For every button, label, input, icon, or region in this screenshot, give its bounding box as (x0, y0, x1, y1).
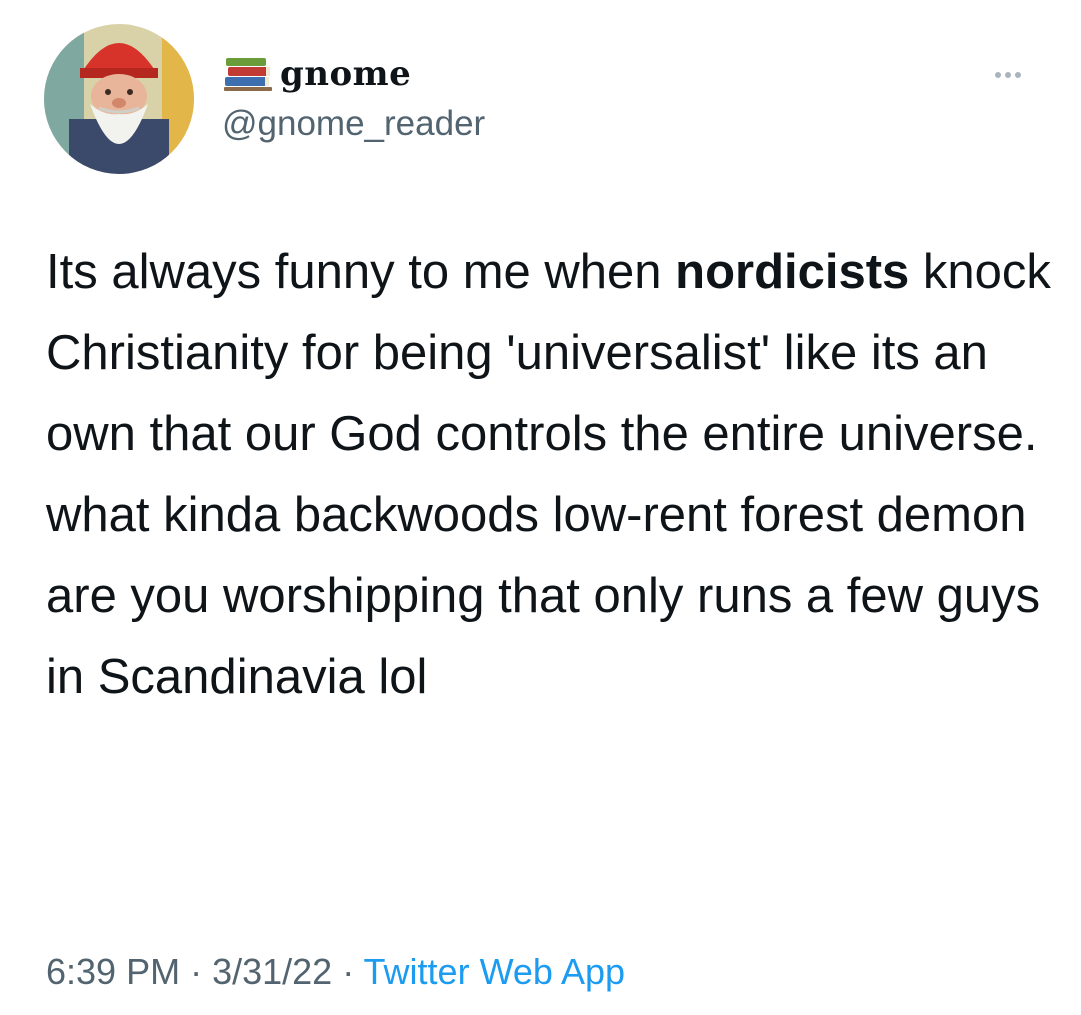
tweet-card: gnome @gnome_reader Its always funny to … (0, 0, 1081, 1015)
meta-separator: · (180, 951, 213, 992)
display-name: gnome (280, 54, 412, 94)
books-icon (224, 58, 272, 91)
tweet-text-part-1: Its always funny to me when (46, 245, 676, 299)
tweet-text-bold: nordicists (675, 245, 910, 299)
display-name-row[interactable]: gnome (222, 52, 411, 96)
gnome-avatar-icon (44, 24, 194, 174)
more-options-icon[interactable] (984, 60, 1032, 90)
tweet-meta: 6:39 PM · 3/31/22 · Twitter Web App (46, 951, 625, 993)
more-dot (1005, 72, 1011, 78)
more-dot (995, 72, 1001, 78)
tweet-time[interactable]: 6:39 PM (46, 951, 180, 992)
avatar[interactable] (44, 24, 194, 174)
tweet-date[interactable]: 3/31/22 (212, 951, 332, 992)
tweet-text-part-2: knock Christianity for being 'universali… (46, 245, 1051, 704)
meta-separator: · (332, 951, 364, 992)
tweet-source-link[interactable]: Twitter Web App (364, 951, 625, 992)
more-dot (1015, 72, 1021, 78)
user-handle[interactable]: @gnome_reader (222, 104, 485, 144)
tweet-text: Its always funny to me when nordicists k… (46, 232, 1056, 718)
